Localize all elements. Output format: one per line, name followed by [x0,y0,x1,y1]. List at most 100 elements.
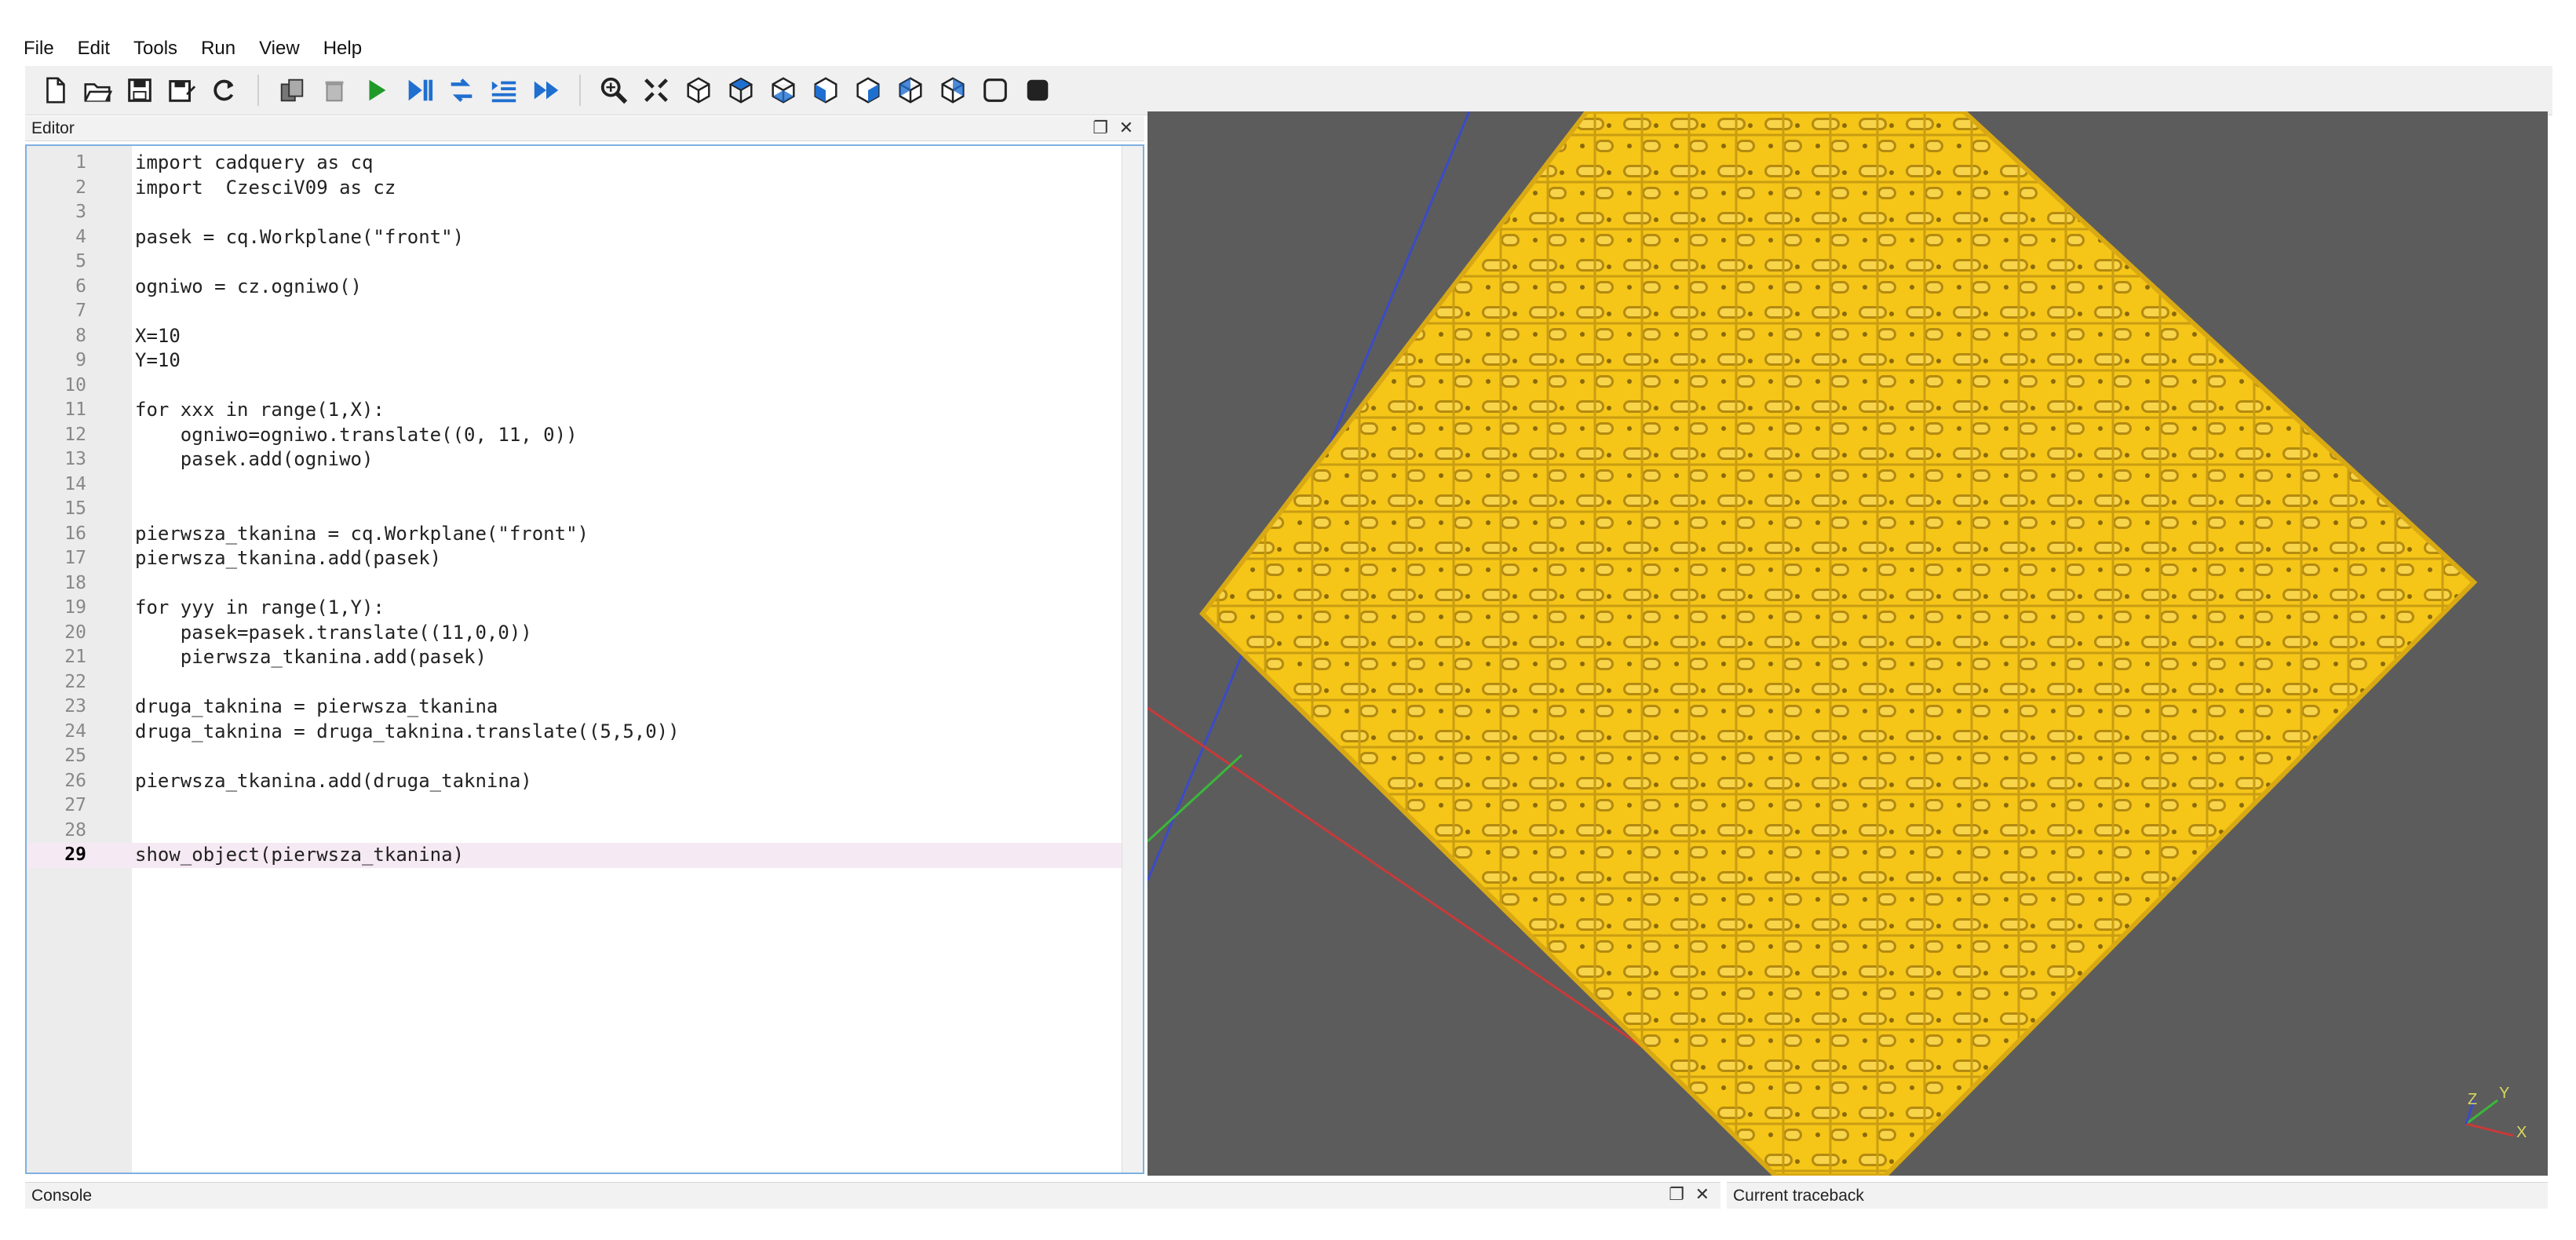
line-number: 2 [75,177,86,198]
code-line[interactable]: 13 pasek.add(ogniwo) [27,447,1143,472]
code-line[interactable]: 21 pierwsza_tkanina.add(pasek) [27,645,1143,670]
line-number: 8 [75,325,86,346]
float-panel-icon[interactable]: ❐ [1669,1184,1684,1205]
shaded-icon[interactable] [1022,75,1053,106]
code-line[interactable]: 27 [27,793,1143,819]
code-line[interactable]: 25 [27,744,1143,769]
code-line[interactable]: 22 [27,670,1143,695]
code-line[interactable]: 8 X=10 [27,324,1143,349]
line-number: 14 [64,473,86,494]
iso-view-icon[interactable] [683,75,714,106]
line-number: 29 [64,844,86,865]
open-file-icon[interactable] [82,75,113,106]
fabric-model [1199,111,2478,1176]
fast-forward-icon[interactable] [531,75,562,106]
code-text: pasek=pasek.translate((11,0,0)) [135,621,532,644]
code-text: pierwsza_tkanina.add(druga_taknina) [135,769,532,792]
code-line[interactable]: 5 [27,250,1143,275]
inspect-icon[interactable] [598,75,629,106]
line-number: 1 [75,152,86,173]
menu-edit[interactable]: Edit [78,38,110,60]
line-number: 13 [64,449,86,469]
code-line[interactable]: 1 import cadquery as cq [27,151,1143,176]
menu-file[interactable]: File [24,38,54,60]
code-line[interactable]: 2 import CzesciV09 as cz [27,176,1143,201]
code-line[interactable]: 7 [27,299,1143,324]
menu-help[interactable]: Help [323,38,362,60]
menu-view[interactable]: View [259,38,300,60]
float-panel-icon[interactable]: ❐ [1093,118,1108,138]
code-line[interactable]: 29 show_object(pierwsza_tkanina) [27,843,1143,868]
menu-run[interactable]: Run [201,38,235,60]
delete-icon[interactable] [319,75,350,106]
code-text: ogniwo=ogniwo.translate((0, 11, 0)) [135,423,578,446]
code-line[interactable]: 18 [27,571,1143,596]
code-line[interactable]: 15 [27,497,1143,522]
code-line[interactable]: 10 [27,374,1143,399]
new-file-icon[interactable] [39,75,71,106]
save-icon[interactable] [124,75,155,106]
code-line[interactable]: 26 pierwsza_tkanina.add(druga_taknina) [27,769,1143,794]
axis-label-y: Y [2499,1085,2510,1102]
code-lines: 1 import cadquery as cq 2 import CzesciV09 … [27,151,1143,868]
code-line[interactable]: 3 [27,200,1143,225]
editor-scrollbar[interactable] [1122,146,1143,1173]
line-number: 6 [75,275,86,297]
code-text: pasek = cq.Workplane("front") [135,225,465,248]
code-line[interactable]: 12 ogniwo=ogniwo.translate((0, 11, 0)) [27,423,1143,448]
editor-panel-title: Editor ❐ ✕ [25,116,1144,141]
line-number: 7 [75,301,86,321]
close-icon[interactable]: ✕ [1695,1184,1709,1205]
3d-viewer[interactable]: Y Z X [1148,111,2548,1176]
fit-view-icon[interactable] [640,75,672,106]
line-number: 17 [64,548,86,568]
code-line[interactable]: 6 ogniwo = cz.ogniwo() [27,275,1143,300]
code-text: Y=10 [135,349,181,371]
copy-icon[interactable] [276,75,308,106]
line-number: 22 [64,671,86,692]
code-line[interactable]: 16 pierwsza_tkanina = cq.Workplane("front… [27,522,1143,547]
menu-bar: File Edit Tools Run View Help [24,33,362,64]
code-text: pierwsza_tkanina.add(pasek) [135,646,487,668]
run-icon[interactable] [361,75,392,106]
reload-icon[interactable] [209,75,240,106]
indent-icon[interactable] [488,75,520,106]
code-text: X=10 [135,324,181,347]
code-line[interactable]: 14 [27,472,1143,498]
top-view-icon[interactable] [725,75,757,106]
code-line[interactable]: 19 for yyy in range(1,Y): [27,596,1143,621]
wireframe-icon[interactable] [980,75,1011,106]
left-view-icon[interactable] [895,75,926,106]
code-line[interactable]: 23 druga_taknina = pierwsza_tkanina [27,695,1143,720]
front-view-icon[interactable] [810,75,841,106]
line-number: 24 [64,720,86,742]
code-line[interactable]: 28 [27,819,1143,844]
line-number: 16 [64,523,86,544]
step-icon[interactable] [403,75,435,106]
traceback-title: Current traceback [1733,1186,1864,1205]
line-number: 15 [64,498,86,519]
traceback-panel-title: Current traceback [1727,1182,2548,1209]
bottom-view-icon[interactable] [768,75,799,106]
save-as-icon[interactable] [166,75,198,106]
close-icon[interactable]: ✕ [1119,118,1133,138]
right-view-icon[interactable] [937,75,969,106]
code-editor[interactable]: 1 import cadquery as cq 2 import CzesciV09 … [25,144,1144,1174]
code-line[interactable]: 24 druga_taknina = druga_taknina.translat… [27,720,1143,745]
menu-tools[interactable]: Tools [133,38,177,60]
code-line[interactable]: 17 pierwsza_tkanina.add(pasek) [27,546,1143,571]
axis-label-x: X [2516,1124,2527,1141]
axis-triad: Y Z X [2450,1045,2537,1141]
redo-icon[interactable] [446,75,477,106]
model-viewport [1148,111,2478,1176]
code-text: pierwsza_tkanina.add(pasek) [135,547,442,569]
code-text: import cadquery as cq [135,151,374,173]
code-text: druga_taknina = pierwsza_tkanina [135,695,498,717]
code-text: import CzesciV09 as cz [135,176,396,199]
code-line[interactable]: 9 Y=10 [27,348,1143,374]
line-number: 26 [64,770,86,791]
back-view-icon[interactable] [852,75,884,106]
code-line[interactable]: 11 for xxx in range(1,X): [27,398,1143,423]
code-line[interactable]: 4 pasek = cq.Workplane("front") [27,225,1143,250]
code-line[interactable]: 20 pasek=pasek.translate((11,0,0)) [27,621,1143,646]
